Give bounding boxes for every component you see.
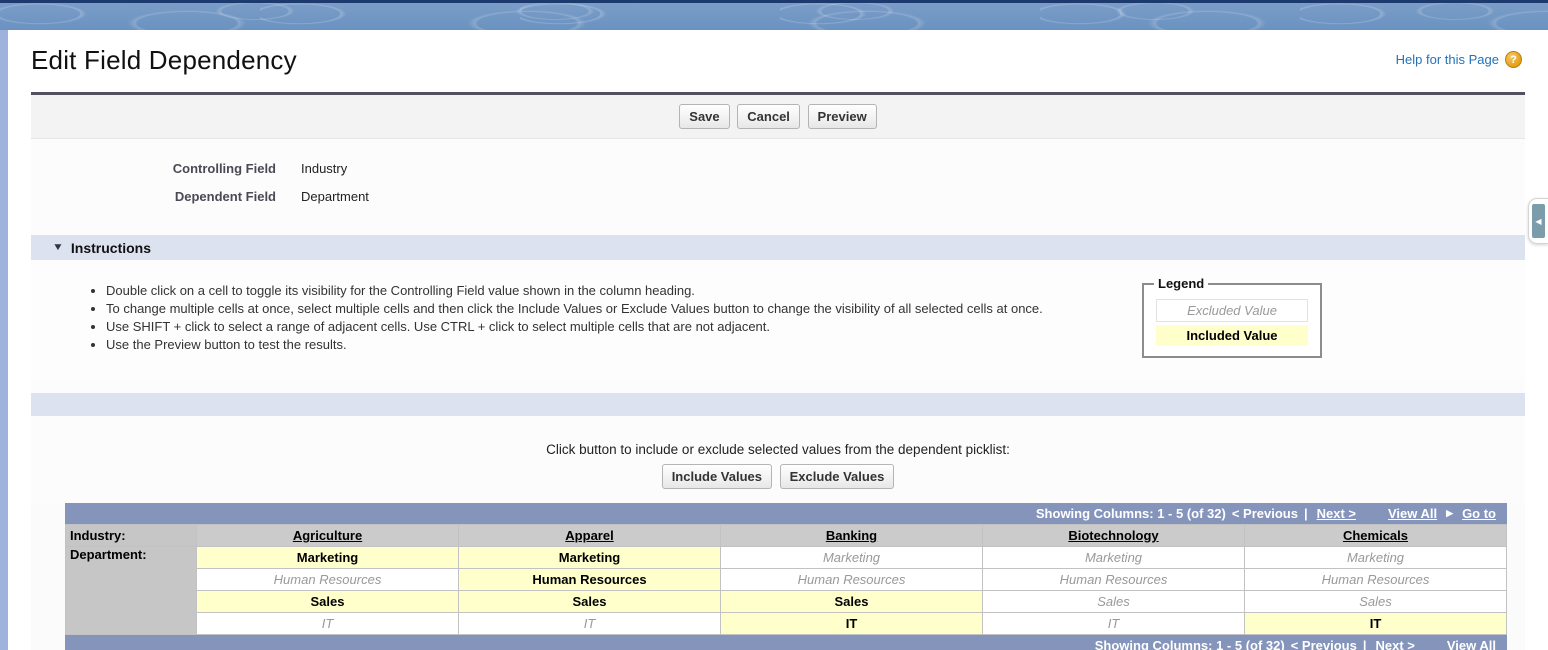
showing-columns-label: Showing Columns: 1 - 5 (of 32) [1036,506,1226,521]
instructions-body: Double click on a cell to toggle its vis… [31,260,1525,378]
column-header-link[interactable]: Apparel [560,528,618,543]
go-to-link[interactable]: Go to [1459,506,1499,521]
instruction-bullet: Use SHIFT + click to select a range of a… [106,318,1142,335]
sidebar-edge-strip [0,30,8,650]
previous-link[interactable]: < Previous [1232,506,1298,521]
salesforce-header-banner [0,3,1548,30]
legend-included-sample: Included Value [1156,325,1308,346]
column-header-biotechnology[interactable]: Biotechnology [983,525,1245,547]
matrix-cell-included[interactable]: Sales [197,591,459,613]
column-header-chemicals[interactable]: Chemicals [1245,525,1507,547]
controlling-field-label: Controlling Field [31,155,301,183]
preview-button[interactable]: Preview [808,104,877,129]
go-to-arrow-icon: ▶ [1446,508,1453,519]
help-area: Help for this Page ? [1396,51,1522,68]
sidebar-collapse-tab[interactable]: ◀ [1528,198,1548,244]
matrix-cell-excluded[interactable]: Sales [1245,591,1507,613]
legend-box: Legend Excluded Value Included Value [1142,276,1322,358]
matrix-pagination-top: Showing Columns: 1 - 5 (of 32) < Previou… [65,503,1507,524]
matrix-cell-excluded[interactable]: IT [983,613,1245,635]
matrix-row-human-resources: Human ResourcesHuman ResourcesHuman Reso… [66,569,1507,591]
pagination-separator: | [1363,638,1367,650]
include-exclude-action-area: Click button to include or exclude selec… [31,416,1525,503]
collapse-triangle-icon: ▼ [52,242,64,253]
view-all-link[interactable]: View All [1444,638,1499,650]
matrix-row-sales: SalesSalesSalesSalesSales [66,591,1507,613]
instructions-header-label: Instructions [71,240,151,256]
instruction-bullet: Double click on a cell to toggle its vis… [106,282,1142,299]
instruction-bullet: To change multiple cells at once, select… [106,300,1142,317]
field-detail-area: Controlling Field Industry Dependent Fie… [31,139,1525,235]
matrix-cell-excluded[interactable]: Human Resources [1245,569,1507,591]
instructions-section-header[interactable]: ▼ Instructions [31,235,1525,260]
column-header-link[interactable]: Chemicals [1338,528,1413,543]
legend-excluded-sample: Excluded Value [1156,299,1308,322]
legend-title: Legend [1154,276,1208,291]
collapse-left-arrow-icon: ◀ [1532,204,1545,238]
controlling-field-value: Industry [301,155,347,183]
matrix-cell-included[interactable]: Sales [721,591,983,613]
action-prompt-text: Click button to include or exclude selec… [31,442,1525,457]
matrix-cell-included[interactable]: Sales [459,591,721,613]
include-values-button[interactable]: Include Values [662,464,772,489]
controlling-field-row: Controlling Field Industry [31,155,1525,183]
column-header-apparel[interactable]: Apparel [459,525,721,547]
matrix-cell-included[interactable]: Marketing [459,547,721,569]
page-content: Edit Field Dependency Help for this Page… [8,30,1548,650]
matrix-pagination-bottom: Showing Columns: 1 - 5 (of 32) < Previou… [65,635,1507,650]
matrix-cell-excluded[interactable]: Human Resources [983,569,1245,591]
dependent-field-value: Department [301,183,369,211]
matrix-cell-included[interactable]: Human Resources [459,569,721,591]
matrix-row-it: ITITITITIT [66,613,1507,635]
column-header-banking[interactable]: Banking [721,525,983,547]
next-link[interactable]: Next > [1372,638,1417,650]
column-header-link[interactable]: Banking [821,528,882,543]
view-all-link[interactable]: View All [1385,506,1440,521]
matrix-cell-included[interactable]: IT [1245,613,1507,635]
matrix-cell-included[interactable]: IT [721,613,983,635]
exclude-values-button[interactable]: Exclude Values [780,464,895,489]
section-gap [31,378,1525,393]
matrix-cell-excluded[interactable]: Marketing [1245,547,1507,569]
matrix-header-row: Industry: Agriculture Apparel Banking Biote… [66,525,1507,547]
matrix-cell-excluded[interactable]: Sales [983,591,1245,613]
dependent-field-row-label: Department: [66,547,197,635]
empty-section-bar [31,393,1525,416]
matrix-cell-excluded[interactable]: Marketing [721,547,983,569]
dependency-matrix: Showing Columns: 1 - 5 (of 32) < Previou… [65,503,1507,650]
cancel-button[interactable]: Cancel [737,104,800,129]
matrix-cell-excluded[interactable]: Marketing [983,547,1245,569]
dependent-field-label: Dependent Field [31,183,301,211]
top-button-bar: Save Cancel Preview [31,95,1525,139]
instructions-bullet-list: Double click on a cell to toggle its vis… [31,276,1142,358]
page-header: Edit Field Dependency Help for this Page… [8,30,1548,86]
controlling-field-column-header: Industry: [66,525,197,547]
pagination-separator: | [1304,506,1308,521]
help-question-icon[interactable]: ? [1505,51,1522,68]
column-header-link[interactable]: Agriculture [288,528,367,543]
matrix-cell-excluded[interactable]: IT [197,613,459,635]
column-header-agriculture[interactable]: Agriculture [197,525,459,547]
page-title: Edit Field Dependency [31,45,297,76]
instruction-bullet: Use the Preview button to test the resul… [106,336,1142,353]
next-link[interactable]: Next > [1314,506,1359,521]
previous-link[interactable]: < Previous [1291,638,1357,650]
dependency-matrix-table: Industry: Agriculture Apparel Banking Biote… [65,524,1507,635]
matrix-cell-excluded[interactable]: IT [459,613,721,635]
edit-dependency-section: Save Cancel Preview Controlling Field In… [31,92,1525,650]
column-header-link[interactable]: Biotechnology [1063,528,1163,543]
showing-columns-label: Showing Columns: 1 - 5 (of 32) [1095,638,1285,650]
save-button[interactable]: Save [679,104,729,129]
help-for-this-page-link[interactable]: Help for this Page [1396,52,1499,67]
matrix-cell-excluded[interactable]: Human Resources [721,569,983,591]
matrix-cell-excluded[interactable]: Human Resources [197,569,459,591]
matrix-row-marketing: Department:MarketingMarketingMarketingMa… [66,547,1507,569]
matrix-cell-included[interactable]: Marketing [197,547,459,569]
dependent-field-row: Dependent Field Department [31,183,1525,211]
legend-fieldset: Legend Excluded Value Included Value [1142,276,1322,358]
